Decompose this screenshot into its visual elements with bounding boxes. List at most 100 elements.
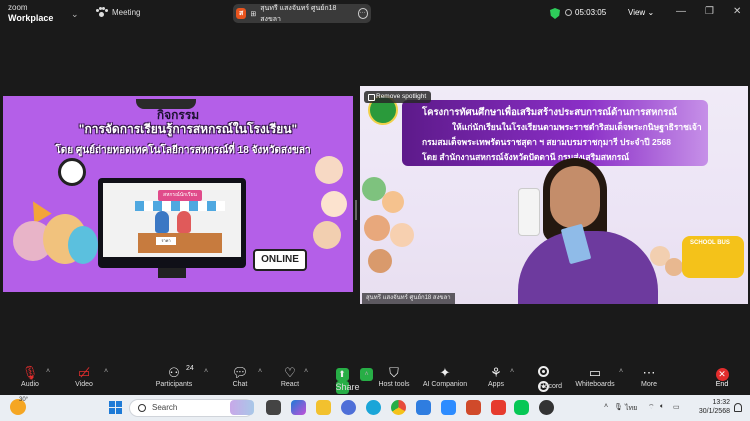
shop-awning xyxy=(135,201,225,211)
clock-icon xyxy=(565,9,572,16)
meeting-controls: 🎙︎ Audio ˄ ▭̸ Video ˄ ⚇ 24 Participants … xyxy=(0,360,750,394)
participants-icon: ⚇ xyxy=(168,365,180,380)
edge-icon[interactable] xyxy=(366,400,381,415)
participants-label: Participants xyxy=(155,381,193,388)
monitor-stand xyxy=(158,268,186,278)
more-options-icon[interactable]: ··· xyxy=(357,8,369,19)
banner-line-1: โครงการทัศนศึกษาเพื่อเสริมสร้างประสบการณ… xyxy=(422,107,678,118)
minimize-icon[interactable]: — xyxy=(676,6,686,17)
taskbar-clock[interactable]: 13:32 30/1/2568 xyxy=(698,398,730,416)
react-button[interactable]: ♡ React ˄ xyxy=(260,364,320,388)
clock-date: 30/1/2568 xyxy=(698,408,730,415)
chrome-icon[interactable] xyxy=(391,400,406,415)
share-screen-icon: ⊞ xyxy=(250,10,257,18)
restore-icon[interactable]: ❐ xyxy=(705,6,714,17)
zoom-app-icon[interactable] xyxy=(441,400,456,415)
audio-button[interactable]: 🎙︎ Audio ˄ xyxy=(0,364,60,388)
child-face-illustration xyxy=(665,258,683,276)
school-bus-illustration: SCHOOL BUS xyxy=(682,236,744,278)
view-button[interactable]: View ⌄ xyxy=(628,8,654,17)
video-button[interactable]: ▭̸ Video ˄ xyxy=(54,364,114,388)
participants-count: 24 xyxy=(186,365,194,372)
participant-name-tag: สุนทรี แสงจันทร์ ศูนย์ก18 สงขลา xyxy=(362,293,455,304)
children-illustration xyxy=(360,171,430,281)
notification-bell-icon[interactable] xyxy=(734,403,742,412)
host-tools-label: Host tools xyxy=(378,381,410,388)
monitor-illustration: สหกรณ์นักเรียน ราคา xyxy=(98,178,246,278)
search-highlight-icon[interactable] xyxy=(230,400,254,415)
windows-taskbar: 30° Search ˄ 🎙︎ ไทย ⌔ 🔈︎ ▭ 13:32 30/1/25… xyxy=(0,395,750,421)
sharer-name: สุนทรี แสงจันทร์ ศูนย์ก18 สงขลา xyxy=(260,4,337,23)
shared-screen-tile: กิจกรรม "การจัดการเรียนรู้การสหกรณ์ในโรง… xyxy=(3,96,353,292)
wifi-icon[interactable]: ⌔ xyxy=(648,403,655,412)
search-placeholder: Search xyxy=(152,403,178,412)
price-tag: ราคา xyxy=(156,237,176,245)
speaker-video-tile: โครงการทัศนศึกษาเพื่อเสริมสร้างประสบการณ… xyxy=(360,86,748,304)
task-view-icon[interactable] xyxy=(266,400,281,415)
more-dots-icon: ⋯ xyxy=(642,365,656,380)
end-label: End xyxy=(715,381,729,388)
store-icon[interactable] xyxy=(416,400,431,415)
media-player-icon[interactable] xyxy=(539,400,554,415)
speaker-face xyxy=(550,166,600,228)
record-icon xyxy=(513,364,573,381)
clock-time: 13:32 xyxy=(712,399,730,406)
monitor-screen: สหกรณ์นักเรียน ราคา xyxy=(103,183,241,257)
participants-options-chevron-icon[interactable]: ˄ xyxy=(204,368,208,375)
battery-icon[interactable]: ▭ xyxy=(673,403,680,411)
bottle-prop xyxy=(518,188,540,236)
audio-label: Audio xyxy=(21,381,39,388)
microphone-tray-icon[interactable]: 🎙︎ xyxy=(614,403,623,411)
whiteboards-button[interactable]: ▭ Whiteboards ˄ xyxy=(565,364,625,388)
more-button[interactable]: ⋯ More xyxy=(619,364,679,388)
child-face-illustration xyxy=(313,221,341,249)
copilot-icon[interactable] xyxy=(291,400,306,415)
file-explorer-icon[interactable] xyxy=(316,400,331,415)
people-illustration xyxy=(68,226,98,264)
line-app-icon[interactable] xyxy=(514,400,529,415)
meeting-label: Meeting xyxy=(112,8,141,17)
shop-sign: สหกรณ์นักเรียน xyxy=(158,190,202,201)
audio-options-chevron-icon[interactable]: ˄ xyxy=(46,368,50,375)
end-meeting-button[interactable]: ✕ End xyxy=(692,364,750,388)
bus-label: SCHOOL BUS xyxy=(690,240,730,246)
share-label: Share xyxy=(335,381,360,394)
megaphone-icon xyxy=(24,196,52,224)
more-label: More xyxy=(641,381,657,388)
zoom-window: zoom Workplace ⌄ Meeting ส ⊞ สุนทรี แสงจ… xyxy=(0,0,750,421)
meeting-tab[interactable]: Meeting xyxy=(96,7,140,18)
messenger-icon[interactable] xyxy=(341,400,356,415)
powerpoint-icon[interactable] xyxy=(466,400,481,415)
volume-icon[interactable]: 🔈︎ xyxy=(660,403,664,411)
slide-subtitle: โดย ศูนย์ถ่ายทอดเทคโนโลยีการสหกรณ์ที่ 18… xyxy=(55,145,311,156)
whiteboards-label: Whiteboards xyxy=(575,381,615,388)
video-label: Video xyxy=(75,381,93,388)
heart-icon: ♡ xyxy=(284,365,296,380)
zoom-brand: zoom Workplace xyxy=(8,3,53,23)
brand-menu-chevron-icon[interactable]: ⌄ xyxy=(71,9,79,20)
sharer-avatar: ส xyxy=(236,8,247,19)
record-button[interactable]: Record xyxy=(513,364,573,392)
brand-workplace: Workplace xyxy=(8,13,54,23)
screen-share-indicator[interactable]: ส ⊞ สุนทรี แสงจันทร์ ศูนย์ก18 สงขลา ··· xyxy=(233,4,371,23)
remove-spotlight-button[interactable]: Remove spotlight xyxy=(364,91,432,103)
end-call-icon: ✕ xyxy=(692,364,750,381)
video-options-chevron-icon[interactable]: ˄ xyxy=(104,368,108,375)
shop-counter: ราคา xyxy=(138,233,222,253)
react-options-chevron-icon[interactable]: ˄ xyxy=(304,368,308,375)
chat-label: Chat xyxy=(232,381,248,388)
tile-splitter-handle[interactable] xyxy=(355,200,357,220)
view-label: View xyxy=(628,8,646,17)
participants-button[interactable]: ⚇ 24 Participants ˄ xyxy=(144,364,208,388)
student-figure xyxy=(155,211,169,233)
security-shield-icon[interactable] xyxy=(550,8,560,19)
project-banner: โครงการทัศนศึกษาเพื่อเสริมสร้างประสบการณ… xyxy=(402,100,708,166)
view-chevron-icon: ⌄ xyxy=(647,8,655,17)
windows-start-icon[interactable] xyxy=(109,401,122,414)
acrobat-icon[interactable] xyxy=(491,400,506,415)
record-label: Record xyxy=(537,381,563,392)
input-language[interactable]: ไทย xyxy=(625,403,637,414)
close-icon[interactable]: ✕ xyxy=(733,6,741,17)
tray-chevron-icon[interactable]: ˄ xyxy=(604,403,608,410)
share-button[interactable]: ⬆ Share ˄ xyxy=(312,364,373,394)
